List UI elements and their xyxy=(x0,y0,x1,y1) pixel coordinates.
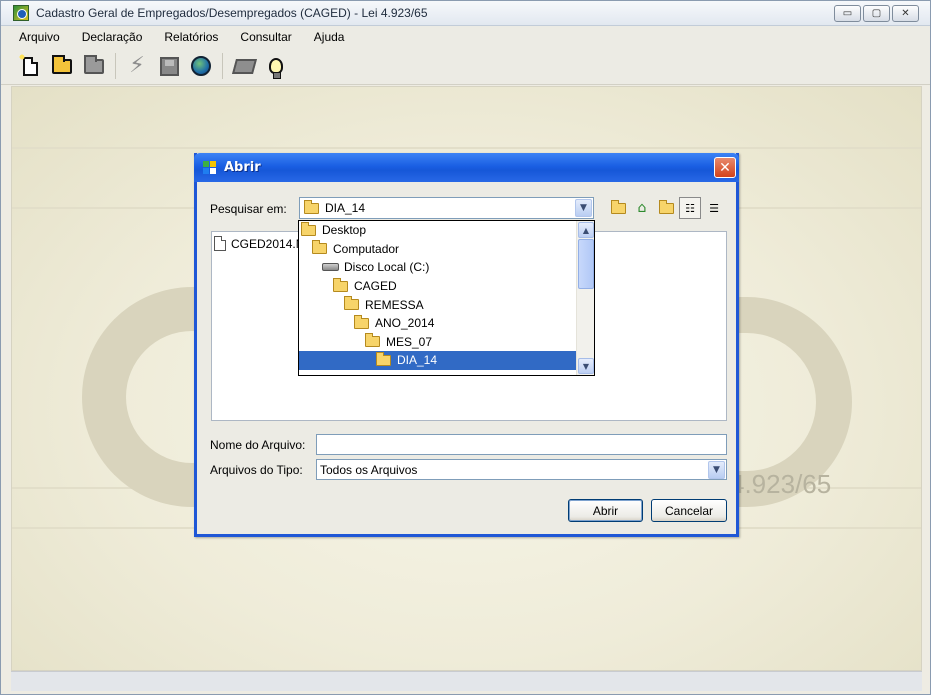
file-type-value: Todos os Arquivos xyxy=(320,462,418,477)
home-icon: ⌂ xyxy=(637,200,647,216)
details-view-button[interactable]: ☰ xyxy=(703,197,725,219)
caged-app-icon xyxy=(13,5,29,21)
toolbar-separator xyxy=(222,53,223,79)
up-folder-icon xyxy=(610,199,626,214)
menu-bar: Arquivo Declaração Relatórios Consultar … xyxy=(1,26,930,48)
chevron-down-icon[interactable]: ▼ xyxy=(575,199,592,217)
new-folder-button[interactable] xyxy=(655,197,677,219)
folder-icon xyxy=(333,277,348,292)
dropdown-item-disco-local[interactable]: Disco Local (C:) xyxy=(299,258,576,277)
dropdown-item-desktop[interactable]: Desktop xyxy=(299,221,576,240)
dropdown-item-label: MES_07 xyxy=(386,334,433,349)
look-in-combobox[interactable]: DIA_14 ▼ xyxy=(299,197,594,219)
folder-icon xyxy=(301,221,316,236)
printer-icon xyxy=(231,58,257,74)
status-bar xyxy=(11,671,922,691)
dropdown-item-label: REMESSA xyxy=(365,297,424,312)
menu-relatorios[interactable]: Relatórios xyxy=(150,30,226,44)
dropdown-item-label: Computador xyxy=(333,241,400,256)
new-document-icon xyxy=(17,52,38,76)
folder-icon xyxy=(312,240,327,255)
dropdown-item-remessa[interactable]: REMESSA xyxy=(299,295,576,314)
folder-icon xyxy=(344,296,359,311)
open-button[interactable] xyxy=(50,53,74,79)
dropdown-item-label: DIA_14 xyxy=(397,353,438,368)
folder-icon xyxy=(304,199,319,214)
cancel-button[interactable]: Cancelar xyxy=(651,499,727,522)
help-button[interactable] xyxy=(264,53,288,79)
menu-declaracao[interactable]: Declaração xyxy=(68,30,151,44)
chevron-down-icon[interactable]: ▼ xyxy=(708,461,725,479)
open-file-dialog: Abrir ✕ Pesquisar em: DIA_14 ▼ ⌂ ☷ ☰ CGE… xyxy=(194,153,739,537)
window-controls: ▭ ▢ ✕ xyxy=(834,5,919,22)
close-button[interactable]: ✕ xyxy=(892,5,919,22)
file-name-label: Nome do Arquivo: xyxy=(210,438,306,452)
scroll-up-icon[interactable]: ▲ xyxy=(578,222,594,238)
list-view-icon: ☷ xyxy=(685,201,695,215)
dropdown-item-computador[interactable]: Computador xyxy=(299,240,576,259)
file-type-label: Arquivos do Tipo: xyxy=(210,463,303,477)
folder-button[interactable] xyxy=(82,53,106,79)
file-icon xyxy=(214,236,226,251)
save-disk-icon xyxy=(159,56,179,76)
list-view-button[interactable]: ☷ xyxy=(679,197,701,219)
dialog-title: Abrir xyxy=(224,160,261,175)
look-in-dropdown-list[interactable]: Desktop Computador Disco Local (C:) CAGE… xyxy=(298,220,595,376)
dialog-title-bar[interactable]: Abrir ✕ xyxy=(194,153,739,182)
validate-button[interactable]: ⚡ xyxy=(125,53,149,79)
dropdown-item-dia-14[interactable]: DIA_14 xyxy=(299,351,576,370)
internet-button[interactable] xyxy=(189,53,213,79)
dropdown-item-caged[interactable]: CAGED xyxy=(299,277,576,296)
save-button[interactable] xyxy=(157,53,181,79)
dialog-app-icon xyxy=(203,161,216,174)
menu-consultar[interactable]: Consultar xyxy=(226,30,299,44)
globe-icon xyxy=(191,56,211,76)
dropdown-item-mes-07[interactable]: MES_07 xyxy=(299,333,576,352)
window-title: Cadastro Geral de Empregados/Desempregad… xyxy=(36,6,428,20)
dropdown-item-label: CAGED xyxy=(354,279,397,294)
open-button[interactable]: Abrir xyxy=(568,499,643,522)
toolbar: ⚡ xyxy=(1,48,930,85)
look-in-label: Pesquisar em: xyxy=(210,202,287,216)
file-name-input[interactable] xyxy=(316,434,727,455)
dropdown-item-label: ANO_2014 xyxy=(375,316,435,331)
menu-ajuda[interactable]: Ajuda xyxy=(300,30,353,44)
folder-icon xyxy=(376,351,391,366)
folder-icon xyxy=(365,333,380,348)
maximize-button[interactable]: ▢ xyxy=(863,5,890,22)
look-in-value: DIA_14 xyxy=(325,201,366,215)
light-bulb-icon xyxy=(269,58,283,79)
open-folder-icon xyxy=(52,54,72,74)
folder-icon xyxy=(354,314,369,329)
dropdown-item-ano-2014[interactable]: ANO_2014 xyxy=(299,314,576,333)
dropdown-item-label: Desktop xyxy=(322,223,367,238)
title-bar[interactable]: Cadastro Geral de Empregados/Desempregad… xyxy=(1,1,930,26)
file-item[interactable]: CGED2014.M xyxy=(214,236,306,251)
watermark-law-text: 4.923/65 xyxy=(730,469,832,499)
drive-icon xyxy=(322,263,339,272)
file-type-select[interactable]: Todos os Arquivos ▼ xyxy=(316,459,727,480)
minimize-button[interactable]: ▭ xyxy=(834,5,861,22)
folder-icon xyxy=(84,54,104,74)
new-button[interactable] xyxy=(17,52,42,79)
toolbar-separator xyxy=(115,53,116,79)
dialog-nav-toolbar: ⌂ ☷ ☰ xyxy=(607,197,725,219)
details-view-icon: ☰ xyxy=(709,201,719,215)
watermark-line xyxy=(12,147,921,149)
lightning-icon: ⚡ xyxy=(129,53,145,78)
dropdown-scrollbar[interactable]: ▲ ▼ xyxy=(576,221,594,375)
menu-arquivo[interactable]: Arquivo xyxy=(5,30,68,44)
new-folder-icon xyxy=(658,199,674,214)
dialog-close-button[interactable]: ✕ xyxy=(714,157,736,178)
scrollbar-thumb[interactable] xyxy=(578,239,594,289)
file-name: CGED2014.M xyxy=(231,236,306,251)
print-button[interactable] xyxy=(231,53,257,79)
app-window: Cadastro Geral de Empregados/Desempregad… xyxy=(0,0,931,695)
dropdown-item-label: Disco Local (C:) xyxy=(344,260,430,275)
home-button[interactable]: ⌂ xyxy=(631,197,653,219)
scroll-down-icon[interactable]: ▼ xyxy=(578,358,594,374)
up-folder-button[interactable] xyxy=(607,197,629,219)
